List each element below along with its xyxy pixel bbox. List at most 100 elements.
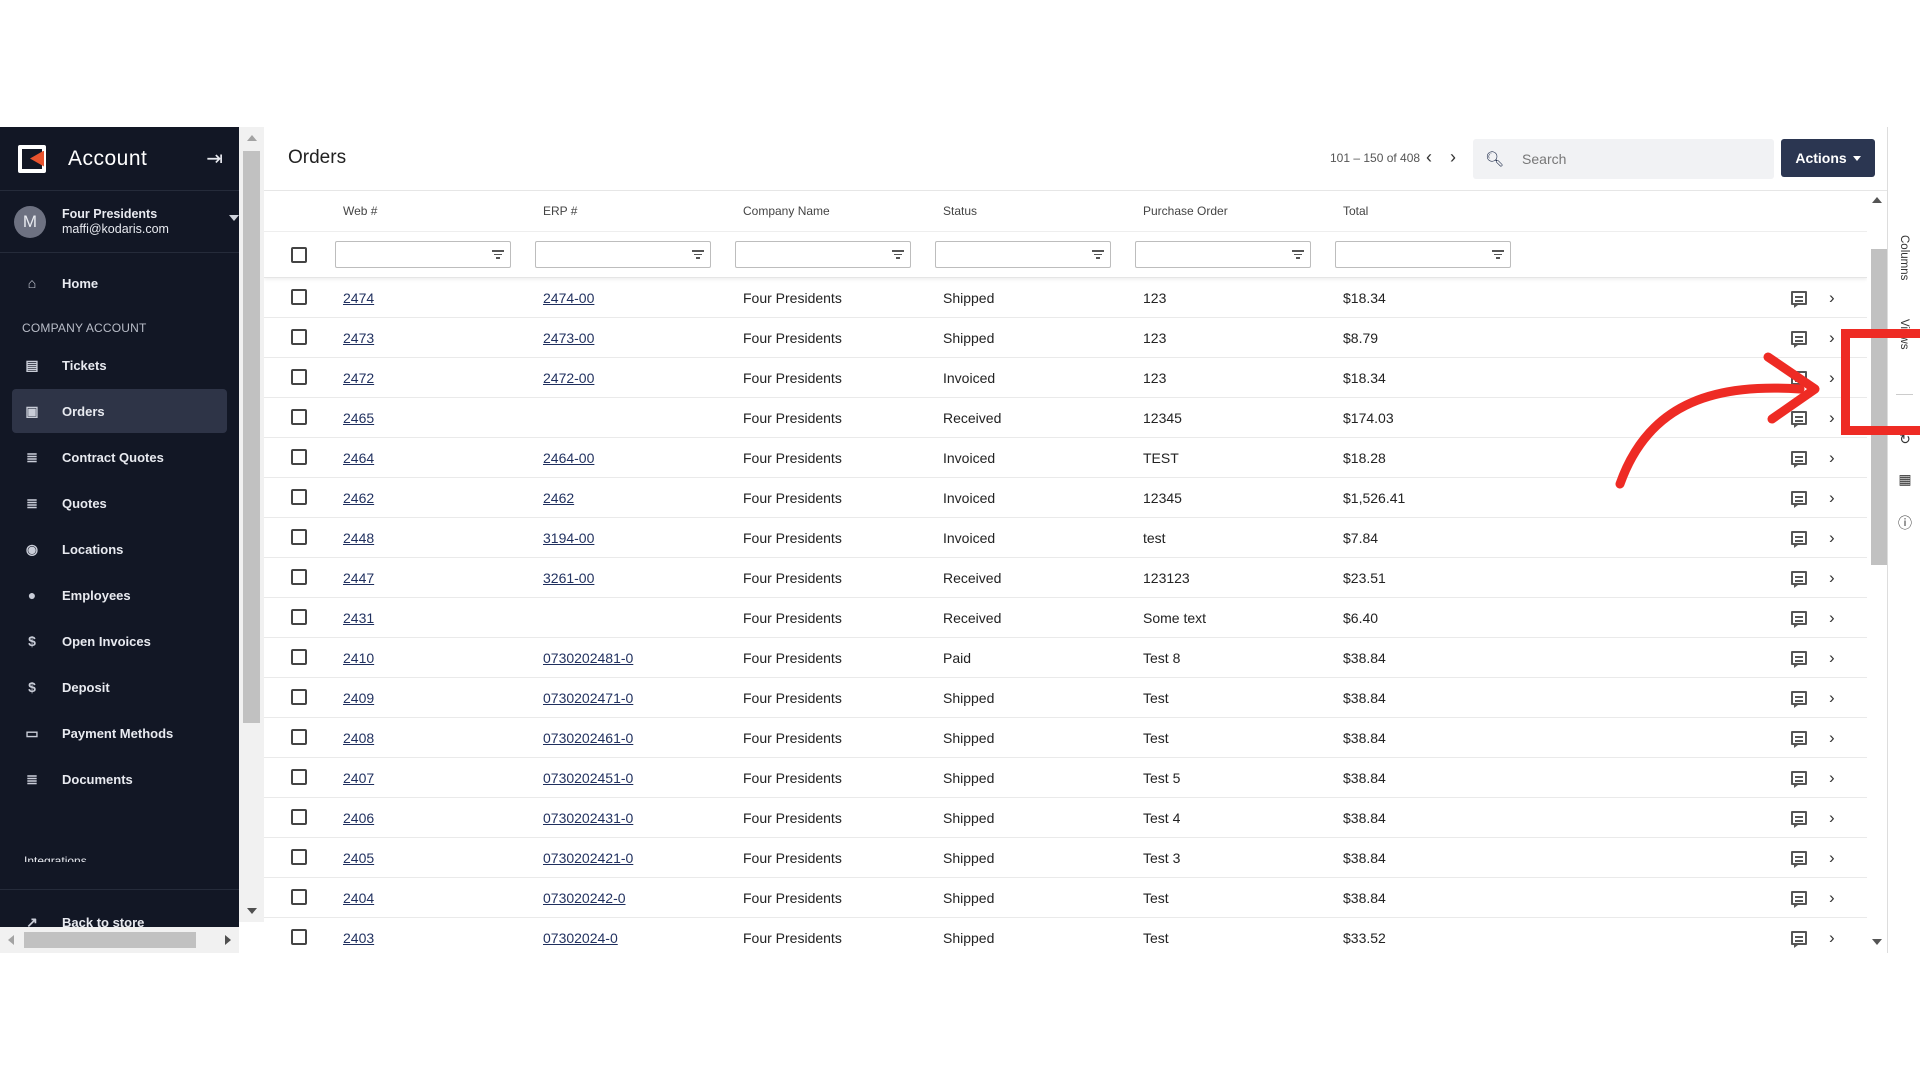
erp-number-link[interactable]: 0730202481-0 — [543, 650, 633, 666]
filter-input-company[interactable] — [735, 241, 911, 268]
chevron-right-icon[interactable]: › — [1829, 288, 1835, 308]
table-row[interactable]: 2404 073020242-0 Four Presidents Shipped Tes… — [264, 878, 1867, 918]
web-number-link[interactable]: 2408 — [343, 730, 374, 746]
sidebar-vertical-scrollbar[interactable] — [239, 127, 264, 922]
row-checkbox[interactable] — [291, 809, 307, 825]
comment-icon[interactable] — [1791, 651, 1807, 668]
filter-icon[interactable] — [891, 248, 904, 261]
filter-icon[interactable] — [1491, 248, 1504, 261]
table-row[interactable]: 2406 0730202431-0 Four Presidents Shipped Te… — [264, 798, 1867, 838]
sidebar-item-quotes[interactable]: ≣ Quotes — [12, 481, 227, 525]
filter-input-purchase-order[interactable] — [1135, 241, 1311, 268]
web-number-link[interactable]: 2448 — [343, 530, 374, 546]
comment-icon[interactable] — [1791, 611, 1807, 628]
web-number-link[interactable]: 2462 — [343, 490, 374, 506]
web-number-link[interactable]: 2409 — [343, 690, 374, 706]
web-number-link[interactable]: 2431 — [343, 610, 374, 626]
comment-icon[interactable] — [1791, 531, 1807, 548]
web-number-link[interactable]: 2406 — [343, 810, 374, 826]
chevron-right-icon[interactable]: › — [1829, 568, 1835, 588]
web-number-link[interactable]: 2405 — [343, 850, 374, 866]
row-checkbox[interactable] — [291, 569, 307, 585]
sidebar-item-open-invoices[interactable]: $ Open Invoices — [12, 619, 227, 663]
comment-icon[interactable] — [1791, 931, 1807, 948]
chevron-right-icon[interactable]: › — [1829, 928, 1835, 948]
table-row[interactable]: 2431 Four Presidents Received Some text $6.4… — [264, 598, 1867, 638]
filter-icon[interactable] — [491, 248, 504, 261]
select-all-checkbox[interactable] — [291, 247, 307, 263]
sidebar-item-orders[interactable]: ▣ Orders — [12, 389, 227, 433]
erp-number-link[interactable]: 0730202471-0 — [543, 690, 633, 706]
row-checkbox[interactable] — [291, 729, 307, 745]
comment-icon[interactable] — [1791, 291, 1807, 308]
filter-icon[interactable] — [1291, 248, 1304, 261]
web-number-link[interactable]: 2410 — [343, 650, 374, 666]
row-checkbox[interactable] — [291, 649, 307, 665]
erp-number-link[interactable]: 07302024-0 — [543, 930, 618, 946]
chevron-right-icon[interactable]: › — [1829, 888, 1835, 908]
table-row[interactable]: 2448 3194-00 Four Presidents Invoiced test $7… — [264, 518, 1867, 558]
sidebar-horizontal-scrollbar[interactable] — [0, 927, 239, 953]
sidebar-item-locations[interactable]: ◉ Locations — [12, 527, 227, 571]
scrollbar-thumb[interactable] — [243, 151, 260, 723]
column-header-purchase-order[interactable]: Purchase Order — [1143, 204, 1228, 218]
sidebar-item-tickets[interactable]: ▤ Tickets — [12, 343, 227, 387]
column-header-erp[interactable]: ERP # — [543, 204, 577, 218]
sidebar-item-integrations[interactable]: Integrations — [24, 854, 87, 862]
erp-number-link[interactable]: 3261-00 — [543, 570, 594, 586]
web-number-link[interactable]: 2404 — [343, 890, 374, 906]
table-row[interactable]: 2410 0730202481-0 Four Presidents Paid Test … — [264, 638, 1867, 678]
scroll-right-arrow-icon[interactable] — [225, 935, 231, 945]
table-row[interactable]: 2409 0730202471-0 Four Presidents Shipped Te… — [264, 678, 1867, 718]
erp-number-link[interactable]: 0730202461-0 — [543, 730, 633, 746]
erp-number-link[interactable]: 3194-00 — [543, 530, 594, 546]
row-checkbox[interactable] — [291, 929, 307, 945]
row-checkbox[interactable] — [291, 889, 307, 905]
filter-input-total[interactable] — [1335, 241, 1511, 268]
web-number-link[interactable]: 2473 — [343, 330, 374, 346]
user-switcher[interactable]: M Four Presidents maffi@kodaris.com — [0, 191, 239, 253]
web-number-link[interactable]: 2472 — [343, 370, 374, 386]
comment-icon[interactable] — [1791, 691, 1807, 708]
grid-icon[interactable]: ▦ — [1897, 471, 1913, 488]
filter-icon[interactable] — [691, 248, 704, 261]
web-number-link[interactable]: 2464 — [343, 450, 374, 466]
row-checkbox[interactable] — [291, 369, 307, 385]
sidebar-item-documents[interactable]: ≣ Documents — [12, 757, 227, 801]
erp-number-link[interactable]: 2472-00 — [543, 370, 594, 386]
chevron-right-icon[interactable]: › — [1829, 808, 1835, 828]
column-header-status[interactable]: Status — [943, 204, 977, 218]
chevron-right-icon[interactable]: › — [1829, 728, 1835, 748]
chevron-right-icon[interactable]: › — [1829, 848, 1835, 868]
row-checkbox[interactable] — [291, 849, 307, 865]
filter-input-status[interactable] — [935, 241, 1111, 268]
chevron-right-icon[interactable]: › — [1829, 688, 1835, 708]
row-checkbox[interactable] — [291, 329, 307, 345]
sidebar-item-deposit[interactable]: $ Deposit — [12, 665, 227, 709]
erp-number-link[interactable]: 2462 — [543, 490, 574, 506]
table-row[interactable]: 2408 0730202461-0 Four Presidents Shipped Te… — [264, 718, 1867, 758]
erp-number-link[interactable]: 0730202421-0 — [543, 850, 633, 866]
sidebar-item-home[interactable]: ⌂ Home — [12, 261, 227, 305]
comment-icon[interactable] — [1791, 571, 1807, 588]
web-number-link[interactable]: 2465 — [343, 410, 374, 426]
column-header-total[interactable]: Total — [1343, 204, 1368, 218]
row-checkbox[interactable] — [291, 449, 307, 465]
filter-input-erp[interactable] — [535, 241, 711, 268]
chevron-right-icon[interactable]: › — [1450, 147, 1456, 168]
web-number-link[interactable]: 2407 — [343, 770, 374, 786]
search-input[interactable] — [1522, 151, 1743, 167]
scroll-down-arrow-icon[interactable] — [1872, 939, 1882, 945]
chevron-right-icon[interactable]: › — [1829, 648, 1835, 668]
grid-vertical-scrollbar[interactable] — [1867, 191, 1887, 953]
comment-icon[interactable] — [1791, 731, 1807, 748]
comment-icon[interactable] — [1791, 851, 1807, 868]
row-checkbox[interactable] — [291, 409, 307, 425]
sidebar-item-contract-quotes[interactable]: ≣ Contract Quotes — [12, 435, 227, 479]
row-checkbox[interactable] — [291, 489, 307, 505]
web-number-link[interactable]: 2447 — [343, 570, 374, 586]
scroll-left-arrow-icon[interactable] — [8, 935, 14, 945]
erp-number-link[interactable]: 2474-00 — [543, 290, 594, 306]
sidebar-item-employees[interactable]: ● Employees — [12, 573, 227, 617]
filter-input-web[interactable] — [335, 241, 511, 268]
